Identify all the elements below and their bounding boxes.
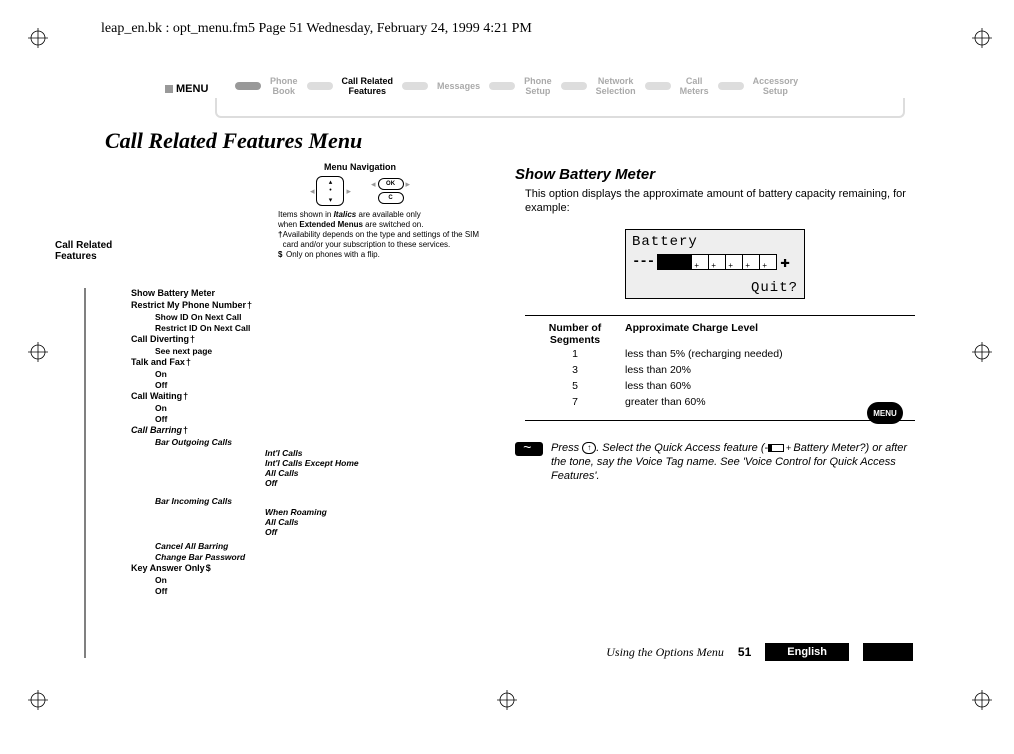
- table-header-charge: Approximate Charge Level: [625, 322, 915, 346]
- menu-item: PhoneSetup: [520, 76, 556, 96]
- footer-language: English: [765, 643, 849, 661]
- battery-inline-icon: [768, 444, 784, 452]
- tree-sub: OnOff: [155, 369, 495, 391]
- c-button-icon: C: [378, 192, 404, 204]
- tree-sub: OnOff: [155, 403, 495, 425]
- menu-item: Call RelatedFeatures: [338, 76, 398, 96]
- tip-icon: [515, 442, 543, 456]
- tree-sub: Show ID On Next CallRestrict ID On Next …: [155, 312, 495, 334]
- arrow-right-icon: ▸: [346, 186, 351, 197]
- tree-sub: OnOff: [155, 575, 495, 597]
- table-header-segments: Number of Segments: [525, 322, 625, 346]
- crop-mark: [972, 342, 992, 362]
- tree-sub: Bar Outgoing CallsInt'l CallsInt'l Calls…: [155, 437, 495, 563]
- top-menu-bar: MENU PhoneBook Call RelatedFeatures Messag…: [155, 66, 915, 118]
- tree-sub: See next page: [155, 346, 495, 357]
- battery-table: Number of Segments Approximate Charge Le…: [525, 315, 915, 431]
- menu-item: AccessorySetup: [749, 76, 803, 96]
- nav-key-icon: ▴•▾: [316, 176, 344, 206]
- table-row: 7greater than 60%: [525, 394, 915, 410]
- diagram-notes: Items shown in Italics are available onl…: [278, 210, 495, 260]
- minus-icon: ---: [632, 254, 654, 270]
- footer-black-bar: [863, 643, 913, 661]
- up-key-icon: ↑: [582, 442, 596, 454]
- table-row: 3less than 20%: [525, 362, 915, 378]
- tree-row: Call Waiting†: [95, 391, 495, 401]
- arrow-right-icon: ▸: [406, 179, 411, 190]
- footer-page-number: 51: [738, 645, 751, 659]
- frame-header: leap_en.bk : opt_menu.fm5 Page 51 Wednes…: [101, 21, 532, 37]
- tree-row: Key Answer Only$: [95, 563, 495, 573]
- tree-row: Call Diverting†: [95, 334, 495, 344]
- crop-mark: [28, 342, 48, 362]
- menu-item: PhoneBook: [266, 76, 302, 96]
- menu-chip: MENU: [867, 402, 903, 424]
- crop-mark: [28, 28, 48, 48]
- quick-access-tip: Press ↑. Select the Quick Access feature…: [515, 441, 915, 483]
- crop-mark: [497, 690, 517, 710]
- menu-item: CallMeters: [676, 76, 713, 96]
- quit-label: Quit?: [751, 280, 798, 296]
- crop-mark: [28, 690, 48, 710]
- main-title: Call Related Features Menu: [105, 128, 915, 154]
- arrow-left-icon: ◂: [310, 186, 315, 197]
- crop-mark: [972, 28, 992, 48]
- tree-row: Talk and Fax†: [95, 357, 495, 367]
- battery-bar-icon: +++++: [657, 254, 777, 270]
- plus-icon: ✚: [780, 252, 790, 272]
- tree-row: Call Barring†: [95, 425, 495, 435]
- crop-mark: [972, 690, 992, 710]
- menu-label: MENU: [165, 83, 208, 95]
- call-related-features-label: Call Related Features: [55, 240, 135, 262]
- menu-navigation-label: Menu Navigation: [225, 162, 495, 172]
- tree-row: Restrict My Phone Number†: [95, 300, 495, 310]
- footer-section: Using the Options Menu: [606, 645, 724, 660]
- menu-tree-diagram: Menu Navigation ◂ ▴•▾ ▸ ◂OK▸ ◂C▸ Items s…: [95, 162, 495, 483]
- ok-button-icon: OK: [378, 178, 404, 190]
- page-footer: Using the Options Menu 51 English: [95, 643, 915, 661]
- arrow-left-icon: ◂: [371, 179, 376, 190]
- tree-row: Show Battery Meter: [95, 288, 495, 298]
- menu-item: Messages: [433, 81, 484, 91]
- battery-body-text: This option displays the approximate amo…: [525, 187, 915, 215]
- menu-item: NetworkSelection: [592, 76, 640, 96]
- show-battery-meter-title: Show Battery Meter: [515, 166, 915, 183]
- battery-display-box: Battery --- +++++ ✚ Quit?: [625, 229, 805, 299]
- table-row: 5less than 60%: [525, 378, 915, 394]
- battery-box-title: Battery: [632, 234, 798, 250]
- table-row: 1less than 5% (recharging needed): [525, 346, 915, 362]
